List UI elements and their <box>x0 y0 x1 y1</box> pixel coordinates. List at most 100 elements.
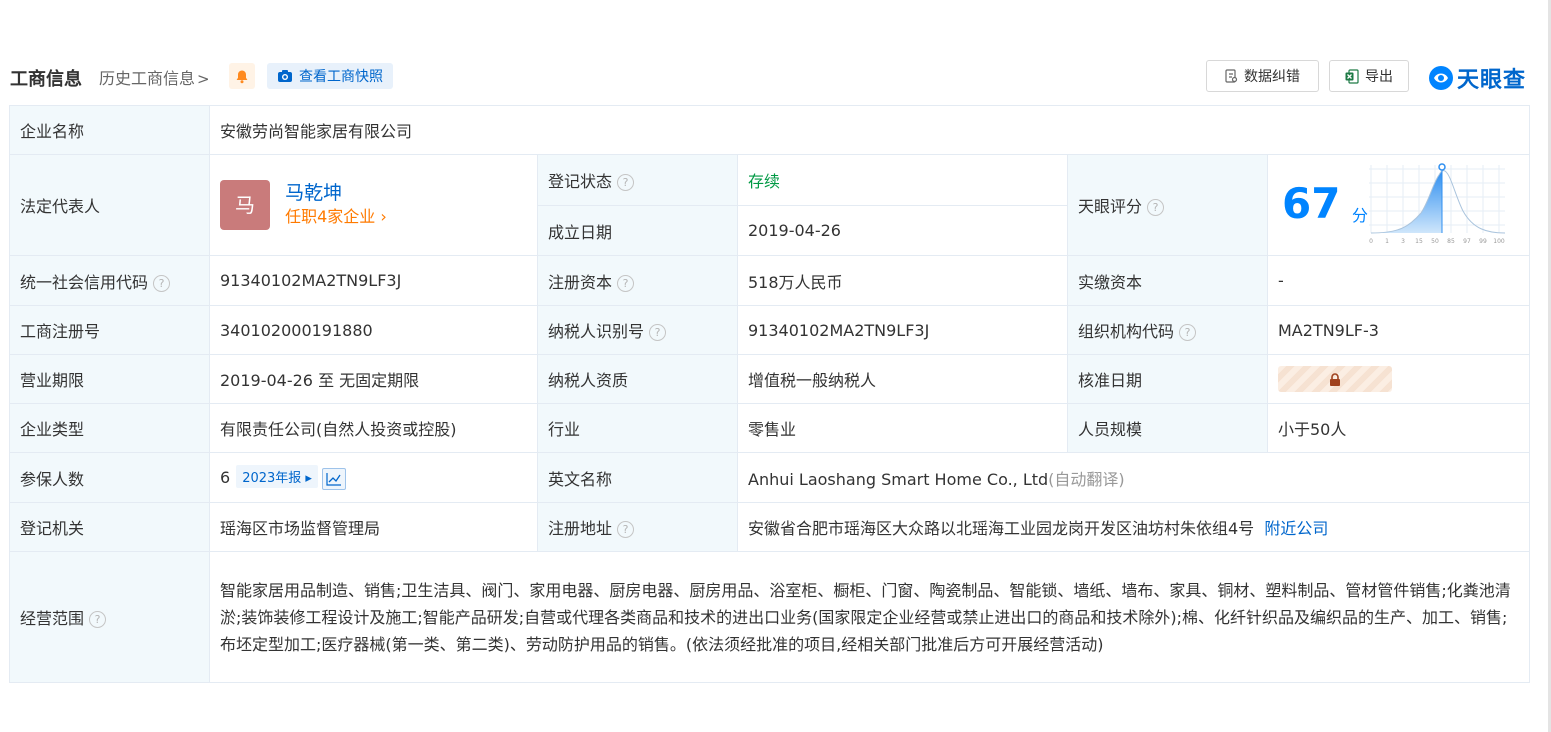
value-reg-address-cell: 安徽省合肥市瑶海区大众路以北瑶海工业园龙岗开发区油坊村朱依组4号 附近公司 <box>736 502 1531 552</box>
label-founded: 成立日期 <box>537 205 738 256</box>
value-reg-capital: 518万人民币 <box>737 255 1068 306</box>
annual-report-label: 2023年报 <box>242 471 302 487</box>
value-english-name-cell: Anhui Laoshang Smart Home Co., Ltd(自动翻译) <box>736 452 1531 503</box>
legal-rep-name-link[interactable]: 马乾坤 <box>285 181 387 205</box>
export-button[interactable]: 导出 <box>1329 60 1409 92</box>
value-business-term: 2019-04-26 至 无固定期限 <box>209 354 538 404</box>
business-info-table: 企业名称 安徽劳尚智能家居有限公司 法定代表人 马 马乾坤 任职4家企业 › 登… <box>9 105 1531 683</box>
locked-value-button[interactable] <box>1278 366 1392 392</box>
view-snapshot-label: 查看工商快照 <box>299 69 383 85</box>
help-icon[interactable]: ? <box>649 324 667 341</box>
trend-chart-icon[interactable] <box>321 467 346 490</box>
label-industry: 行业 <box>537 403 738 453</box>
label-company-type: 企业类型 <box>9 403 210 453</box>
help-icon[interactable]: ? <box>617 174 635 191</box>
score-axis-tick: 97 <box>1463 238 1471 245</box>
value-insured-cell: 6 2023年报 ▸ <box>209 452 538 503</box>
label-tianyan-score-text: 天眼评分 <box>1078 197 1143 216</box>
value-founded: 2019-04-26 <box>737 205 1068 256</box>
nearby-companies-link[interactable]: 附近公司 <box>1264 519 1328 538</box>
caret-right-icon: ▸ <box>305 471 312 487</box>
label-taxpayer-id-text: 纳税人识别号 <box>548 322 645 341</box>
avatar[interactable]: 马 <box>220 180 270 230</box>
value-credit-code: 91340102MA2TN9LF3J <box>209 255 538 306</box>
table-row: 企业类型 有限责任公司(自然人投资或控股) 行业 零售业 人员规模 小于50人 <box>9 403 1531 453</box>
logo-text: 天眼查 <box>1457 68 1527 93</box>
table-row: 统一社会信用代码? 91340102MA2TN9LF3J 注册资本? 518万人… <box>9 255 1531 306</box>
chevron-right-icon: › <box>380 207 387 226</box>
label-insured: 参保人数 <box>9 452 210 503</box>
score-axis-tick: 100 <box>1493 238 1505 245</box>
tianyancha-logo: 天眼查 <box>1428 62 1526 94</box>
table-row: 法定代表人 马 马乾坤 任职4家企业 › 登记状态? 存续 天眼评分? 67 分 <box>9 154 1531 256</box>
score-axis-tick: 3 <box>1401 238 1405 245</box>
value-company-name: 安徽劳尚智能家居有限公司 <box>208 105 1531 155</box>
score-axis-tick: 99 <box>1479 238 1487 245</box>
legal-rep-cell: 马 马乾坤 任职4家企业 › <box>209 154 538 256</box>
value-reg-address: 安徽省合肥市瑶海区大众路以北瑶海工业园龙岗开发区油坊村朱依组4号 <box>748 519 1255 538</box>
help-icon[interactable]: ? <box>1179 324 1197 341</box>
label-reg-number: 工商注册号 <box>9 305 210 355</box>
label-taxpayer-id: 纳税人识别号? <box>537 305 738 355</box>
value-staff-size: 小于50人 <box>1266 403 1531 453</box>
label-paid-capital: 实缴资本 <box>1067 255 1268 306</box>
help-icon[interactable]: ? <box>1147 199 1165 216</box>
label-reg-address: 注册地址? <box>537 502 738 552</box>
history-link[interactable]: 历史工商信息 > <box>99 65 210 89</box>
tianyancha-logo-icon <box>1429 66 1453 90</box>
score-axis-tick: 50 <box>1431 238 1439 245</box>
edit-document-icon <box>1225 69 1238 83</box>
tianyan-score-cell[interactable]: 67 分 0 1 3 15 50 85 97 99 100 <box>1266 154 1531 256</box>
label-taxpayer-qual: 纳税人资质 <box>537 354 738 404</box>
label-reg-capital: 注册资本? <box>537 255 738 306</box>
label-org-code: 组织机构代码? <box>1067 305 1268 355</box>
value-taxpayer-id: 91340102MA2TN9LF3J <box>737 305 1068 355</box>
label-reg-status: 登记状态? <box>537 154 738 206</box>
lock-icon <box>1330 373 1340 386</box>
score-axis-tick: 1 <box>1385 238 1389 245</box>
label-english-name: 英文名称 <box>537 452 738 503</box>
camera-icon <box>278 70 292 82</box>
score-axis-tick: 85 <box>1447 238 1455 245</box>
table-row: 营业期限 2019-04-26 至 无固定期限 纳税人资质 增值税一般纳税人 核… <box>9 354 1531 404</box>
label-credit-code: 统一社会信用代码? <box>9 255 210 306</box>
value-reg-status: 存续 <box>737 154 1068 206</box>
chevron-right-icon: > <box>197 70 210 88</box>
section-header: 工商信息 历史工商信息 > 查看工商快照 数据纠错 导出 天眼查 <box>10 60 1530 96</box>
annual-report-tag[interactable]: 2023年报 ▸ <box>236 465 318 489</box>
table-row: 企业名称 安徽劳尚智能家居有限公司 <box>9 105 1531 155</box>
value-approval-date <box>1266 354 1531 404</box>
table-row: 经营范围? 智能家居用品制造、销售;卫生洁具、阀门、家用电器、厨房电器、厨房用品… <box>9 551 1531 683</box>
help-icon[interactable]: ? <box>617 274 635 292</box>
label-reg-status-text: 登记状态 <box>548 172 613 191</box>
label-reg-capital-text: 注册资本 <box>548 272 613 292</box>
value-scope: 智能家居用品制造、销售;卫生洁具、阀门、家用电器、厨房电器、厨房用品、浴室柜、橱… <box>208 551 1531 683</box>
help-icon[interactable]: ? <box>617 521 635 538</box>
label-approval-date: 核准日期 <box>1067 354 1268 404</box>
value-insured: 6 <box>220 468 231 488</box>
bell-icon[interactable] <box>229 63 255 89</box>
export-label: 导出 <box>1365 69 1393 85</box>
data-correction-label: 数据纠错 <box>1244 69 1300 85</box>
value-company-type: 有限责任公司(自然人投资或控股) <box>209 403 538 453</box>
help-icon[interactable]: ? <box>89 611 107 628</box>
value-taxpayer-qual: 增值税一般纳税人 <box>737 354 1068 404</box>
help-icon[interactable]: ? <box>153 274 171 292</box>
view-snapshot-button[interactable]: 查看工商快照 <box>267 63 393 89</box>
data-correction-button[interactable]: 数据纠错 <box>1206 60 1319 92</box>
table-row: 参保人数 6 2023年报 ▸ 英文名称 Anhui Laoshang Smart… <box>9 452 1531 503</box>
label-company-name: 企业名称 <box>9 105 210 155</box>
label-reg-authority: 登记机关 <box>9 502 210 552</box>
score-axis-tick: 0 <box>1369 238 1373 245</box>
score-unit: 分 <box>1352 206 1369 225</box>
section-title: 工商信息 <box>10 69 82 90</box>
label-scope-text: 经营范围 <box>20 609 85 628</box>
value-reg-number: 340102000191880 <box>209 305 538 355</box>
table-row: 登记机关 瑶海区市场监督管理局 注册地址? 安徽省合肥市瑶海区大众路以北瑶海工业… <box>9 502 1531 552</box>
table-row: 工商注册号 340102000191880 纳税人识别号? 91340102MA… <box>9 305 1531 355</box>
legal-rep-jobs-link[interactable]: 任职4家企业 › <box>285 205 387 229</box>
value-english-name: Anhui Laoshang Smart Home Co., Ltd <box>748 469 1049 489</box>
value-org-code: MA2TN9LF-3 <box>1266 305 1531 355</box>
label-tianyan-score: 天眼评分? <box>1067 154 1268 256</box>
label-staff-size: 人员规模 <box>1067 403 1268 453</box>
